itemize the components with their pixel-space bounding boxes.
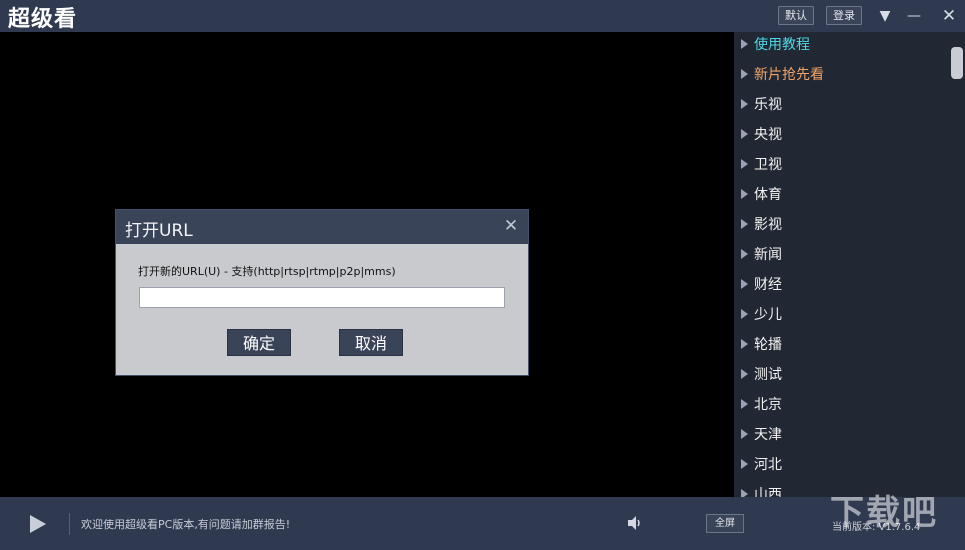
expand-arrow-icon [741,339,748,349]
expand-arrow-icon [741,459,748,469]
cancel-button[interactable]: 取消 [339,329,403,356]
expand-arrow-icon [741,429,748,439]
expand-arrow-icon [741,399,748,409]
sidebar-item-label: 财经 [754,277,782,293]
menu-dropdown-icon[interactable]: ▼ [874,5,896,27]
sidebar-item-label: 体育 [754,187,782,203]
sidebar-item-label: 影视 [754,217,782,233]
url-input[interactable] [139,287,505,308]
expand-arrow-icon [741,69,748,79]
sidebar-item[interactable]: 测试 [734,360,948,390]
sidebar-item-label: 央视 [754,127,782,143]
sidebar-item[interactable]: 财经 [734,270,948,300]
sidebar-item-label: 新闻 [754,247,782,263]
login-button[interactable]: 登录 [826,6,862,25]
sidebar-item-label: 乐视 [754,97,782,113]
sidebar-item-label: 少儿 [754,307,782,323]
sidebar-item[interactable]: 北京 [734,390,948,420]
divider [69,513,70,535]
control-bar: 欢迎使用超级看PC版本,有问题请加群报告! 全屏 当前版本: V1.7.6.4 [0,497,965,550]
app-title: 超级看 [8,7,78,32]
fullscreen-button[interactable]: 全屏 [706,514,744,533]
dialog-title: 打开URL [125,221,193,241]
expand-arrow-icon [741,129,748,139]
open-url-dialog: 打开URL ✕ 打开新的URL(U) - 支持(http|rtsp|rtmp|p… [115,209,529,376]
expand-arrow-icon [741,309,748,319]
volume-icon[interactable] [626,514,644,532]
sidebar-item[interactable]: 新闻 [734,240,948,270]
sidebar-item-label: 天津 [754,427,782,443]
expand-arrow-icon [741,39,748,49]
minimize-icon[interactable]: — [903,5,925,27]
close-icon[interactable]: ✕ [938,5,960,27]
sidebar-item[interactable]: 河北 [734,450,948,480]
sidebar-item[interactable]: 使用教程 [734,32,948,60]
sidebar-item-label: 轮播 [754,337,782,353]
expand-arrow-icon [741,489,748,497]
sidebar-item[interactable]: 卫视 [734,150,948,180]
sidebar-item-label: 卫视 [754,157,782,173]
sidebar-item[interactable]: 轮播 [734,330,948,360]
sidebar-item[interactable]: 央视 [734,120,948,150]
scrollbar-track[interactable] [948,32,965,497]
sidebar-item[interactable]: 新片抢先看 [734,60,948,90]
sidebar-item-label: 山西 [754,487,782,497]
expand-arrow-icon [741,219,748,229]
sidebar-item-label: 河北 [754,457,782,473]
play-icon[interactable] [30,515,46,533]
dialog-header[interactable]: 打开URL ✕ [116,210,528,244]
sidebar-item[interactable]: 体育 [734,180,948,210]
expand-arrow-icon [741,369,748,379]
confirm-button[interactable]: 确定 [227,329,291,356]
sidebar-item-label: 新片抢先看 [754,67,824,83]
welcome-message: 欢迎使用超级看PC版本,有问题请加群报告! [81,518,291,531]
dialog-close-icon[interactable]: ✕ [501,216,521,236]
sidebar-item[interactable]: 影视 [734,210,948,240]
sidebar-item[interactable]: 天津 [734,420,948,450]
channel-list: 使用教程新片抢先看乐视央视卫视体育影视新闻财经少儿轮播测试北京天津河北山西 [734,32,965,497]
sidebar-item[interactable]: 少儿 [734,300,948,330]
default-button[interactable]: 默认 [778,6,814,25]
sidebar-item[interactable]: 乐视 [734,90,948,120]
expand-arrow-icon [741,159,748,169]
expand-arrow-icon [741,189,748,199]
sidebar-item-label: 使用教程 [754,37,810,53]
expand-arrow-icon [741,279,748,289]
expand-arrow-icon [741,99,748,109]
expand-arrow-icon [741,249,748,259]
sidebar-item-label: 测试 [754,367,782,383]
watermark-logo: 下载吧 [830,493,938,533]
title-bar: 超级看 默认 登录 ▼ — ✕ [0,0,965,32]
sidebar-item-label: 北京 [754,397,782,413]
url-prompt-label: 打开新的URL(U) - 支持(http|rtsp|rtmp|p2p|mms) [138,265,396,278]
scrollbar-thumb[interactable] [951,47,963,79]
